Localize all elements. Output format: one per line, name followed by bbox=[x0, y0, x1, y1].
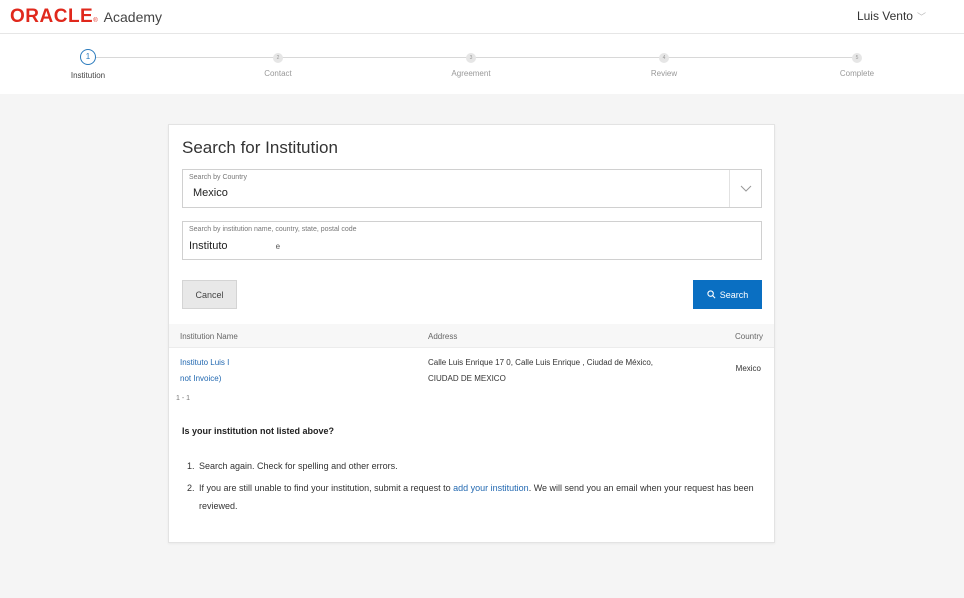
pagination-info: 1 - 1 bbox=[176, 395, 191, 402]
results-table-header: Institution Name Address Country bbox=[169, 324, 774, 348]
column-header-address[interactable]: Address bbox=[428, 332, 457, 341]
table-row[interactable]: Instituto Luis I not Invoice) Calle Luis… bbox=[169, 348, 774, 394]
help-text-pre: If you are still unable to find your ins… bbox=[199, 483, 454, 493]
institution-address: Calle Luis Enrique 17 0, Calle Luis Enri… bbox=[428, 355, 653, 387]
page-title: Search for Institution bbox=[182, 138, 338, 157]
list-number: 1. bbox=[187, 461, 195, 471]
list-item: 2. If you are still unable to find your … bbox=[187, 479, 757, 515]
address-line: Calle Luis Enrique 17 0, Calle Luis Enri… bbox=[428, 358, 654, 367]
user-name: Luis Vento bbox=[856, 9, 913, 23]
institution-search-label: Search by institution name, country, sta… bbox=[189, 226, 357, 233]
institution-name-line: not Invoice) bbox=[180, 374, 222, 383]
step-marker-2: 2 bbox=[273, 53, 283, 63]
step-review: 4 Review bbox=[604, 49, 724, 78]
step-contact: 2 Contact bbox=[218, 49, 338, 78]
column-header-institution-name[interactable]: Institution Name bbox=[180, 332, 238, 341]
add-institution-link[interactable]: add your institution bbox=[453, 483, 529, 493]
logo-academy-text: Academy bbox=[103, 9, 163, 25]
institution-search-value: Instituto e bbox=[189, 239, 280, 252]
step-label: Institution bbox=[70, 71, 106, 80]
step-complete: 5 Complete bbox=[797, 49, 917, 78]
logo-trademark: ® bbox=[93, 18, 98, 24]
institution-search-card: Search for Institution Search by Country… bbox=[168, 124, 775, 543]
step-label: Complete bbox=[839, 69, 875, 78]
top-header: ORACLE ® Academy Luis Vento ﹀ bbox=[0, 0, 964, 34]
step-marker-5: 5 bbox=[852, 53, 862, 63]
country-select-value: Mexico bbox=[193, 187, 228, 199]
country-select-label: Search by Country bbox=[189, 174, 247, 181]
institution-name-link[interactable]: Instituto Luis I not Invoice) bbox=[180, 355, 229, 387]
step-marker-3: 3 bbox=[466, 53, 476, 63]
step-label: Review bbox=[650, 69, 678, 78]
institution-name-line: Instituto Luis I bbox=[180, 358, 230, 367]
institution-search-field[interactable]: Search by institution name, country, sta… bbox=[182, 221, 762, 260]
help-list: 1. Search again. Check for spelling and … bbox=[187, 457, 757, 519]
search-button[interactable]: Search bbox=[693, 280, 762, 309]
step-agreement: 3 Agreement bbox=[411, 49, 531, 78]
list-item: 1. Search again. Check for spelling and … bbox=[187, 457, 757, 475]
step-marker-4: 4 bbox=[659, 53, 669, 63]
user-menu[interactable]: Luis Vento ﹀ bbox=[857, 9, 926, 23]
step-label: Contact bbox=[264, 69, 292, 78]
step-marker-1: 1 bbox=[80, 49, 96, 65]
help-text: Search again. Check for spelling and oth… bbox=[199, 461, 398, 471]
search-value-text: Instituto bbox=[189, 240, 228, 252]
step-label: Agreement bbox=[451, 69, 491, 78]
search-icon bbox=[707, 290, 716, 299]
column-header-country[interactable]: Country bbox=[735, 332, 763, 341]
institution-country: Mexico bbox=[735, 364, 761, 373]
chevron-down-icon: ﹀ bbox=[916, 11, 926, 22]
help-text: If you are still unable to find your ins… bbox=[199, 479, 757, 515]
list-number: 2. bbox=[187, 483, 195, 493]
search-button-label: Search bbox=[719, 289, 749, 300]
step-institution: 1 Institution bbox=[28, 49, 148, 80]
search-value-tail: e bbox=[275, 242, 281, 251]
redacted-text bbox=[230, 239, 273, 249]
progress-stepper: 1 Institution 2 Contact 3 Agreement 4 Re… bbox=[0, 34, 964, 94]
chevron-down-icon[interactable] bbox=[729, 170, 761, 207]
country-select[interactable]: Search by Country Mexico bbox=[182, 169, 762, 208]
logo-oracle-text: ORACLE bbox=[10, 6, 94, 27]
address-line: CIUDAD DE MEXICO bbox=[428, 374, 506, 383]
help-heading: Is your institution not listed above? bbox=[182, 426, 335, 436]
oracle-academy-logo[interactable]: ORACLE ® Academy bbox=[10, 6, 162, 28]
cancel-button[interactable]: Cancel bbox=[182, 280, 237, 309]
